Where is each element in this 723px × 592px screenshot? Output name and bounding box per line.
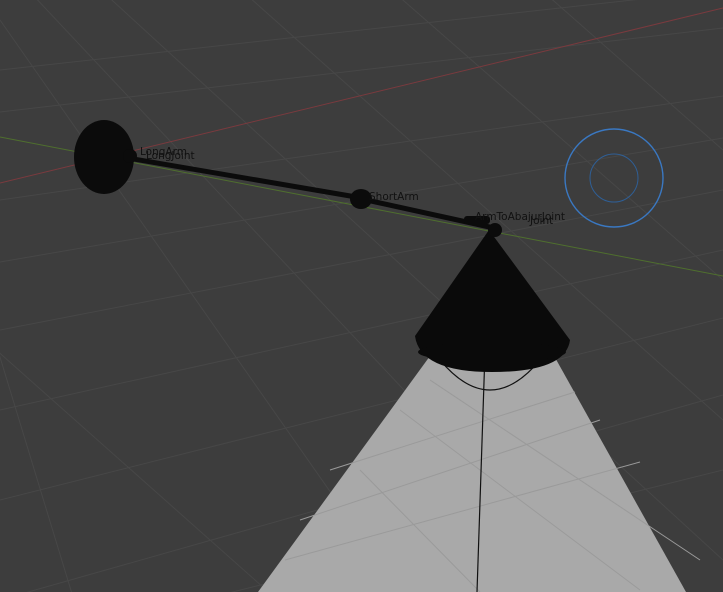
light-selection-ring-icon[interactable] [564, 128, 664, 228]
label-long-joint: LongJoint [146, 150, 195, 162]
label-joint: Joint [529, 215, 553, 227]
scene-canvas[interactable]: LongArm LongJoint ShortArm ArmToAbajurJo… [0, 0, 723, 592]
lamp-shade-rim [418, 342, 566, 362]
spotlight-floor-patch [258, 345, 686, 592]
long-joint-knob[interactable] [123, 149, 137, 163]
3d-viewport[interactable]: LongArm LongJoint ShortArm ArmToAbajurJo… [0, 0, 723, 592]
arm-to-abajur-joint[interactable] [488, 223, 502, 237]
label-short-arm: ShortArm [369, 191, 419, 203]
